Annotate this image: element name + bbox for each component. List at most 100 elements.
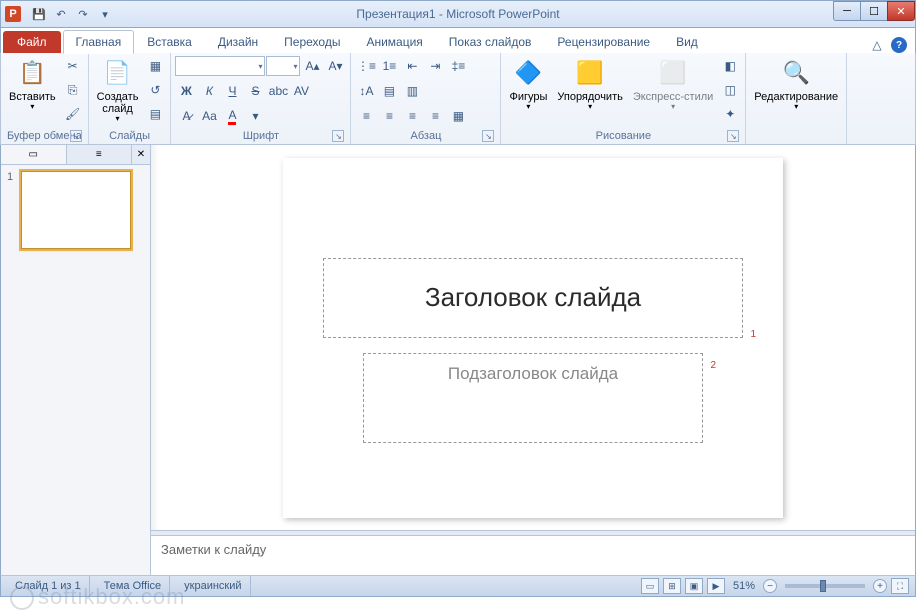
cut-icon[interactable]: ✂ [62,55,84,77]
italic-icon[interactable]: К [198,80,220,102]
tab-transitions[interactable]: Переходы [271,30,353,53]
notes-pane[interactable]: Заметки к слайду [151,535,915,575]
section-icon[interactable]: ▤ [144,103,166,125]
change-case-icon[interactable]: Aa [198,105,220,127]
align-text-icon[interactable]: ▤ [378,80,400,102]
font-color-icon[interactable]: A [221,105,243,127]
font-family-combo[interactable] [175,56,265,76]
normal-view-icon[interactable]: ▭ [641,578,659,594]
panel-tabs: ▭ ≡ ✕ [1,145,150,165]
close-button[interactable]: ✕ [887,1,915,21]
shapes-button[interactable]: 🔷 Фигуры▾ [505,55,551,114]
zoom-thumb[interactable] [820,580,826,592]
strike-icon[interactable]: S [244,80,266,102]
minimize-ribbon-icon[interactable]: △ [869,37,885,53]
tab-animations[interactable]: Анимация [353,30,435,53]
tab-review[interactable]: Рецензирование [544,30,663,53]
tab-insert[interactable]: Вставка [134,30,205,53]
slides-panel: ▭ ≡ ✕ 1 [1,145,151,575]
text-direction-icon[interactable]: ↕A [355,80,377,102]
convert-smartart-icon[interactable]: ▦ [447,105,469,127]
line-spacing-icon[interactable]: ‡≡ [447,55,469,77]
numbering-icon[interactable]: 1≡ [378,55,400,77]
find-icon: 🔍 [780,57,812,89]
arrange-button[interactable]: 🟨 Упорядочить▾ [553,55,626,114]
title-placeholder-text: Заголовок слайда [425,282,641,313]
shape-outline-icon[interactable]: ◫ [719,79,741,101]
panel-close-icon[interactable]: ✕ [132,145,150,164]
font-group-label: Шрифт↘ [175,128,346,144]
minimize-button[interactable]: ─ [833,1,861,21]
reading-view-icon[interactable]: ▣ [685,578,703,594]
help-icon[interactable]: ? [891,37,907,53]
bold-icon[interactable]: Ж [175,80,197,102]
thumbnails: 1 [1,165,150,575]
paste-button[interactable]: 📋 Вставить ▾ [5,55,60,114]
layout-icon[interactable]: ▦ [144,55,166,77]
qat-customize-icon[interactable]: ▾ [95,4,115,24]
title-placeholder[interactable]: Заголовок слайда 1 [323,258,743,338]
drawing-dialog-launcher[interactable]: ↘ [727,130,739,142]
font-size-combo[interactable] [266,56,300,76]
zoom-in-button[interactable]: + [873,579,887,593]
shadow-icon[interactable]: abc [267,80,289,102]
shape-fill-icon[interactable]: ◧ [719,55,741,77]
align-left-icon[interactable]: ≡ [355,105,377,127]
format-painter-icon[interactable]: 🖌 [62,103,84,125]
fit-window-icon[interactable]: ⛶ [891,578,909,594]
zoom-level[interactable]: 51% [733,580,755,592]
bullets-icon[interactable]: ⋮≡ [355,55,377,77]
grow-font-icon[interactable]: A▴ [301,55,323,77]
zoom-slider[interactable] [785,584,865,588]
reset-icon[interactable]: ↺ [144,79,166,101]
new-slide-button[interactable]: 📄 Создать слайд ▾ [93,55,143,126]
slide-canvas[interactable]: Заголовок слайда 1 Подзаголовок слайда 2 [151,145,915,530]
columns-icon[interactable]: ▥ [401,80,423,102]
shrink-font-icon[interactable]: A▾ [324,55,346,77]
clear-format-icon[interactable]: A̷ [175,105,197,127]
align-center-icon[interactable]: ≡ [378,105,400,127]
spacing-icon[interactable]: AV [290,80,312,102]
clipboard-dialog-launcher[interactable]: ↘ [70,130,82,142]
maximize-button[interactable]: ☐ [860,1,888,21]
tab-view[interactable]: Вид [663,30,711,53]
undo-icon[interactable]: ↶ [51,4,71,24]
subtitle-placeholder[interactable]: Подзаголовок слайда 2 [363,353,703,443]
editing-group-label [750,128,842,144]
paragraph-dialog-launcher[interactable]: ↘ [482,130,494,142]
zoom-out-button[interactable]: − [763,579,777,593]
status-slide-info[interactable]: Слайд 1 из 1 [7,576,90,596]
group-drawing: 🔷 Фигуры▾ 🟨 Упорядочить▾ ⬜ Экспресс-стил… [501,53,746,144]
file-tab[interactable]: Файл [3,31,61,53]
titlebar: P 💾 ↶ ↷ ▾ Презентация1 - Microsoft Power… [0,0,916,28]
group-font: A▴ A▾ Ж К Ч S abc AV A̷ Aa A ▾ [171,53,351,144]
tab-home[interactable]: Главная [63,30,135,54]
justify-icon[interactable]: ≡ [424,105,446,127]
slides-tab[interactable]: ▭ [1,145,67,164]
shape-effects-icon[interactable]: ✦ [719,103,741,125]
slideshow-view-icon[interactable]: ▶ [707,578,725,594]
underline-icon[interactable]: Ч [221,80,243,102]
tab-slideshow[interactable]: Показ слайдов [436,30,545,53]
slide-thumbnail-1[interactable] [21,171,131,249]
copy-icon[interactable]: ⎘ [62,79,84,101]
clipboard-group-label: Буфер обмена↘ [5,128,84,144]
sorter-view-icon[interactable]: ⊞ [663,578,681,594]
styles-icon: ⬜ [657,57,689,89]
outline-tab[interactable]: ≡ [67,145,133,164]
tab-design[interactable]: Дизайн [205,30,271,53]
new-slide-icon: 📄 [102,57,134,89]
redo-icon[interactable]: ↷ [73,4,93,24]
quick-styles-button[interactable]: ⬜ Экспресс-стили▾ [629,55,717,114]
status-theme[interactable]: Тема Office [96,576,171,596]
editing-button[interactable]: 🔍 Редактирование▾ [750,55,842,114]
align-right-icon[interactable]: ≡ [401,105,423,127]
decrease-indent-icon[interactable]: ⇤ [401,55,423,77]
save-icon[interactable]: 💾 [29,4,49,24]
slide[interactable]: Заголовок слайда 1 Подзаголовок слайда 2 [283,158,783,518]
annotation-2: 2 [710,360,716,371]
status-language[interactable]: украинский [176,576,250,596]
increase-indent-icon[interactable]: ⇥ [424,55,446,77]
highlight-icon[interactable]: ▾ [244,105,266,127]
font-dialog-launcher[interactable]: ↘ [332,130,344,142]
